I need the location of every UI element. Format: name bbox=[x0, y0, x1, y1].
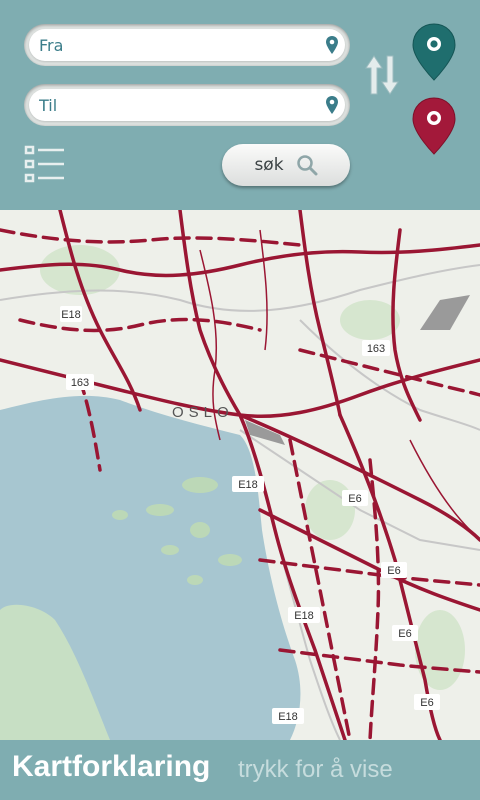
legend-hint: trykk for å vise bbox=[238, 756, 393, 783]
legend-title: Kartforklaring bbox=[12, 750, 211, 783]
location-icon[interactable] bbox=[325, 95, 339, 115]
road-label: 163 bbox=[71, 377, 89, 389]
city-label: OSLO bbox=[172, 404, 234, 421]
road-label: E18 bbox=[238, 479, 258, 491]
road-label: E6 bbox=[398, 628, 411, 640]
search-button[interactable]: søk bbox=[222, 144, 350, 186]
road-label: E6 bbox=[387, 565, 400, 577]
map-canvas[interactable]: OSLO E18 E6 163 E18 E6 E18 E6 E18 E6 163 bbox=[0, 210, 480, 740]
road-label: 163 bbox=[367, 343, 385, 355]
from-input[interactable] bbox=[39, 29, 309, 61]
road-label: E6 bbox=[348, 493, 361, 505]
legend-bar[interactable]: Kartforklaring trykk for å vise bbox=[0, 740, 480, 800]
to-field[interactable] bbox=[24, 84, 350, 126]
location-icon[interactable] bbox=[325, 35, 339, 55]
route-map[interactable]: OSLO E18 E6 163 E18 E6 E18 E6 E18 E6 163 bbox=[0, 210, 480, 740]
search-button-label: søk bbox=[254, 155, 284, 175]
from-field[interactable] bbox=[24, 24, 350, 66]
road-label: E18 bbox=[278, 711, 298, 723]
swap-icon[interactable] bbox=[360, 52, 404, 98]
road-label: E18 bbox=[294, 610, 314, 622]
header: søk bbox=[0, 0, 480, 210]
to-input[interactable] bbox=[39, 89, 309, 121]
from-marker-icon[interactable] bbox=[411, 22, 457, 82]
list-icon[interactable] bbox=[24, 144, 66, 184]
to-marker-icon[interactable] bbox=[411, 96, 457, 156]
road-label: E18 bbox=[61, 309, 81, 321]
search-icon bbox=[296, 155, 318, 176]
road-label: E6 bbox=[420, 697, 433, 709]
